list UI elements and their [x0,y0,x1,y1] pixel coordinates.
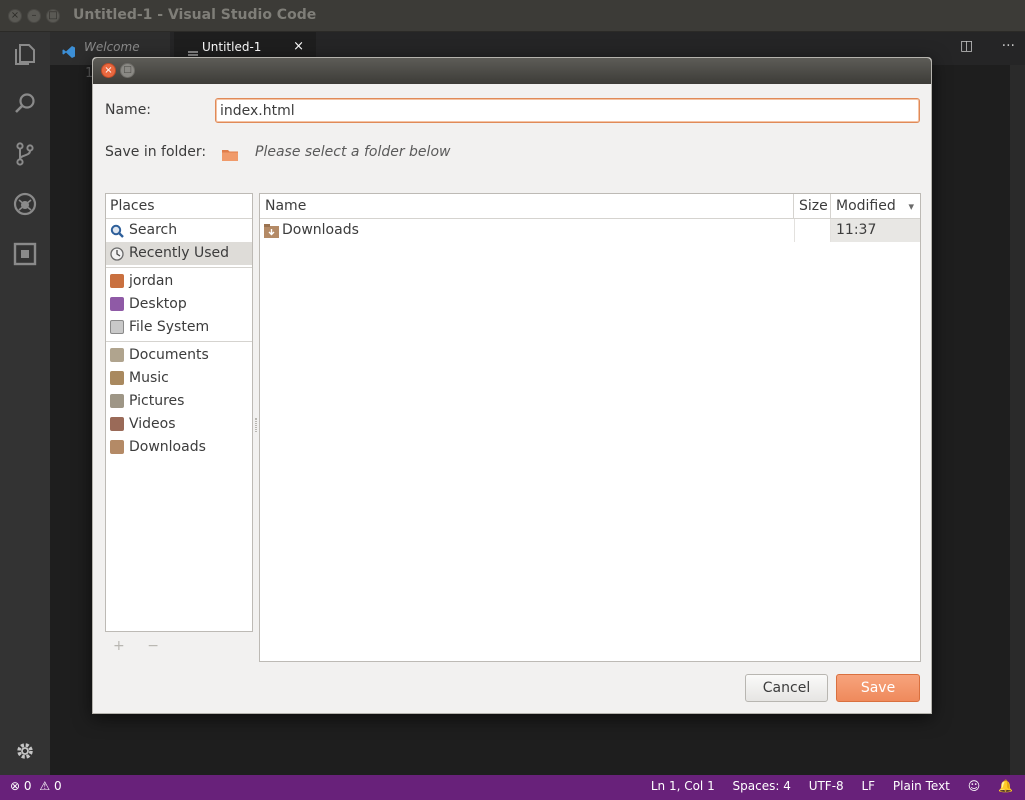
place-documents[interactable]: Documents [106,344,252,367]
save-in-folder-label: Save in folder: [105,144,207,160]
places-separator [106,341,252,342]
eol-setting[interactable]: LF [862,779,876,793]
column-modified-label: Modified [836,198,896,214]
home-folder-icon [110,274,124,288]
indentation-setting[interactable]: Spaces: 4 [733,779,791,793]
place-label: File System [129,319,210,335]
desktop-icon [110,297,124,311]
problems-indicator[interactable]: ⊗ 0 ⚠ 0 [10,779,62,793]
dialog-titlebar: × □ [93,58,931,84]
pictures-folder-icon [110,394,124,408]
documents-folder-icon [110,348,124,362]
file-name: Downloads [282,222,359,238]
feedback-smiley-icon[interactable]: ☺ [968,779,981,793]
save-button[interactable]: Save [836,674,920,702]
sort-descending-icon: ▾ [908,200,914,213]
place-label: jordan [129,273,174,289]
name-label: Name: [105,102,152,118]
folder-hint: Please select a folder below [255,144,451,160]
place-videos[interactable]: Videos [106,413,252,436]
warning-count: 0 [53,779,62,793]
save-file-dialog: × □ Name: Save in folder: Please select … [92,57,932,714]
window-maximize-button[interactable]: □ [46,9,60,23]
more-actions-icon[interactable]: ··· [1002,38,1015,54]
error-count: 0 [23,779,32,793]
drive-icon [110,320,124,334]
editor-scrollbar[interactable] [1010,65,1025,775]
file-size [794,219,831,242]
encoding-setting[interactable]: UTF-8 [809,779,844,793]
column-modified[interactable]: Modified ▾ [831,194,920,219]
dialog-close-button[interactable]: × [101,63,116,78]
place-label: Documents [129,347,209,363]
place-downloads[interactable]: Downloads [106,436,252,459]
notification-bell-icon[interactable]: 🔔 [998,779,1013,793]
extensions-icon[interactable] [11,240,39,268]
clock-icon [110,246,124,261]
status-bar: ⊗ 0 ⚠ 0 Ln 1, Col 1 Spaces: 4 UTF-8 LF P… [0,775,1025,800]
pane-splitter[interactable] [255,418,257,432]
place-file-system[interactable]: File System [106,316,252,339]
file-list-header: Name Size Modified ▾ [260,194,920,219]
column-size[interactable]: Size [794,194,831,219]
place-label: Desktop [129,296,187,312]
file-list: Name Size Modified ▾ Downloads 11:37 [259,193,921,662]
window-minimize-button[interactable]: – [27,9,41,23]
place-label: Search [129,222,178,238]
dialog-maximize-button[interactable]: □ [120,63,135,78]
editor-actions: ◫ ··· [936,38,1015,54]
filename-input[interactable] [215,98,920,123]
split-editor-icon[interactable]: ◫ [960,38,973,54]
music-folder-icon [110,371,124,385]
place-desktop[interactable]: Desktop [106,293,252,316]
folder-icon [222,146,238,165]
status-right: Ln 1, Col 1 Spaces: 4 UTF-8 LF Plain Tex… [637,779,1013,793]
remove-place-button[interactable]: − [147,638,159,654]
cancel-button[interactable]: Cancel [745,674,828,702]
language-mode[interactable]: Plain Text [893,779,950,793]
debug-icon[interactable] [11,190,39,218]
downloads-folder-icon [264,223,279,238]
places-separator [106,267,252,268]
vscode-logo-icon [62,40,76,70]
place-label: Music [129,370,169,386]
tab-label: Welcome [84,40,140,54]
place-label: Recently Used [129,245,230,261]
window-titlebar: × – □ Untitled-1 - Visual Studio Code [0,0,1025,32]
downloads-folder-icon [110,440,124,454]
column-name[interactable]: Name [260,194,794,219]
search-icon[interactable] [11,90,39,118]
explorer-icon[interactable] [11,40,39,68]
error-icon: ⊗ [10,779,21,793]
gear-icon[interactable] [11,737,39,765]
place-label: Pictures [129,393,185,409]
window-title: Untitled-1 - Visual Studio Code [73,7,317,23]
place-recently-used[interactable]: Recently Used [106,242,252,265]
videos-folder-icon [110,417,124,431]
file-modified: 11:37 [831,219,920,242]
file-row-downloads[interactable]: Downloads 11:37 [260,219,920,242]
source-control-icon[interactable] [11,140,39,168]
place-music[interactable]: Music [106,367,252,390]
place-label: Downloads [129,439,206,455]
warning-icon: ⚠ [39,779,51,793]
places-header: Places [106,194,252,219]
place-jordan[interactable]: jordan [106,270,252,293]
place-pictures[interactable]: Pictures [106,390,252,413]
search-icon [110,223,124,238]
add-place-button[interactable]: + [113,638,125,654]
places-actions: + − [113,638,177,654]
places-panel: Places Search Recently Used jordan Deskt… [105,193,253,632]
place-label: Videos [129,416,176,432]
window-close-button[interactable]: × [8,9,22,23]
tab-label: Untitled-1 [202,40,262,54]
cursor-position[interactable]: Ln 1, Col 1 [651,779,715,793]
place-search[interactable]: Search [106,219,252,242]
activity-bar [0,32,50,775]
